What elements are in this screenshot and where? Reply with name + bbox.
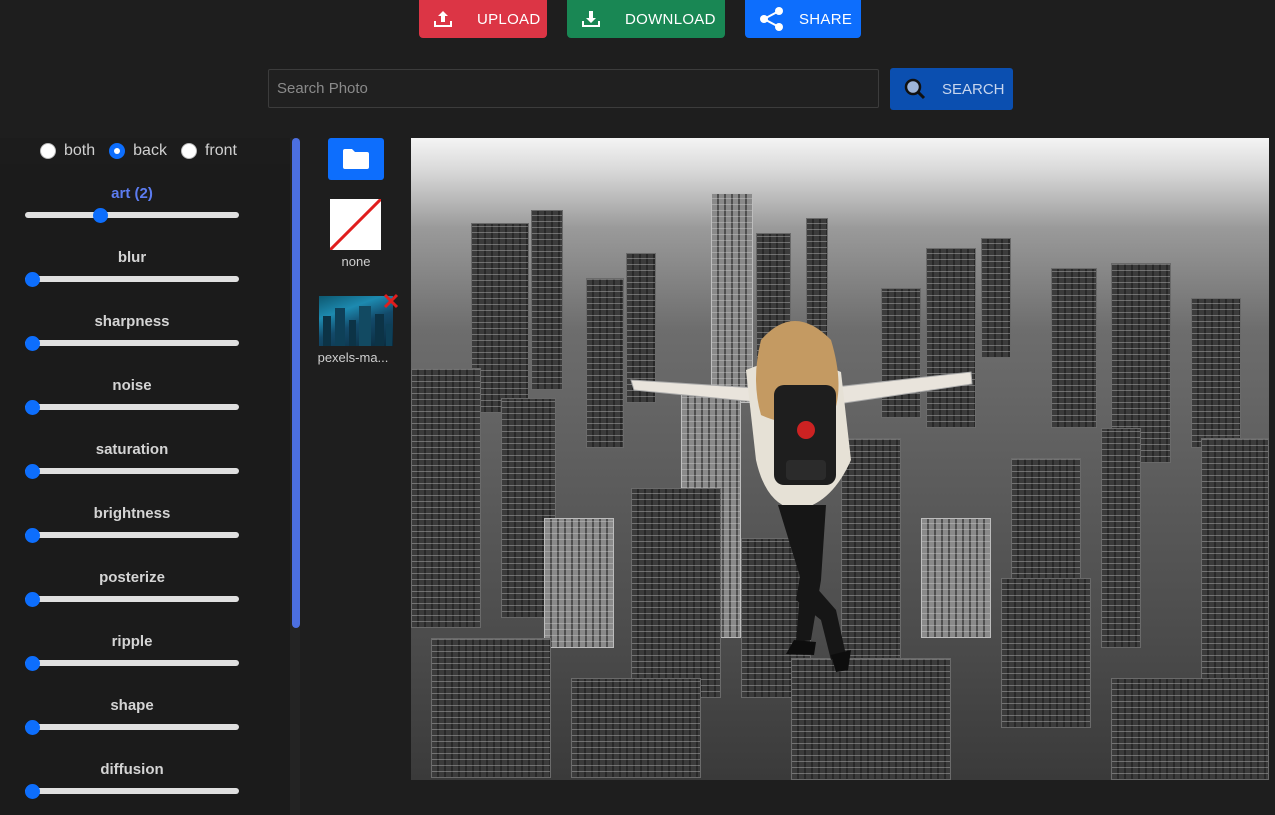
slider-thumb-shape[interactable] [25, 720, 40, 735]
slider-track-noise[interactable] [25, 404, 239, 410]
slider-ripple: ripple [0, 617, 264, 681]
slider-brightness: brightness [0, 489, 264, 553]
share-label: SHARE [799, 10, 853, 28]
thumbnail-none[interactable] [330, 199, 381, 250]
slider-saturation: saturation [0, 425, 264, 489]
thumbnail-none-label: none [341, 254, 371, 269]
upload-icon [434, 11, 452, 27]
download-icon [582, 11, 600, 27]
none-slash-icon [330, 199, 381, 250]
slider-track-shape[interactable] [25, 724, 239, 730]
slider-thumb-ripple[interactable] [25, 656, 40, 671]
slider-thumb-saturation[interactable] [25, 464, 40, 479]
slider-track-diffusion[interactable] [25, 788, 239, 794]
slider-label-saturation: saturation [95, 441, 169, 458]
slider-label-blur: blur [117, 249, 147, 266]
slider-track-blur[interactable] [25, 276, 239, 282]
slider-posterize: posterize [0, 553, 264, 617]
upload-button[interactable]: UPLOAD [419, 0, 547, 38]
slider-thumb-diffusion[interactable] [25, 784, 40, 799]
slider-noise: noise [0, 361, 264, 425]
slider-blur: blur [0, 233, 264, 297]
search-button-label: SEARCH [942, 80, 1005, 98]
mode-back-radio[interactable] [109, 143, 126, 159]
download-label: DOWNLOAD [625, 10, 716, 28]
effects-panel: both back front art (2) blur sharpness n… [0, 138, 290, 815]
mode-front-radio[interactable] [180, 143, 197, 159]
mode-front-label: front [204, 142, 237, 159]
slider-label-diffusion: diffusion [100, 761, 164, 778]
person-figure [630, 321, 973, 672]
slider-thumb-brightness[interactable] [25, 528, 40, 543]
mode-back-option[interactable]: back [109, 142, 167, 160]
slider-label-art: art (2) [111, 185, 153, 202]
panel-scrollbar-thumb[interactable] [292, 138, 300, 628]
slider-art: art (2) [0, 169, 264, 233]
slider-label-shape: shape [110, 697, 154, 714]
mode-both-option[interactable]: both [40, 142, 95, 160]
slider-diffusion: diffusion [0, 745, 264, 809]
share-button[interactable]: SHARE [745, 0, 861, 38]
share-icon [760, 7, 783, 31]
download-button[interactable]: DOWNLOAD [567, 0, 725, 38]
slider-track-sharpness[interactable] [25, 340, 239, 346]
slider-thumb-art[interactable] [92, 208, 108, 223]
slider-shape: shape [0, 681, 264, 745]
main-image-canvas[interactable] [411, 138, 1269, 780]
slider-label-brightness: brightness [93, 505, 171, 522]
slider-thumb-sharpness[interactable] [25, 336, 40, 351]
slider-label-sharpness: sharpness [94, 313, 170, 330]
search-input[interactable] [268, 69, 879, 108]
slider-label-noise: noise [112, 377, 152, 394]
slider-thumb-blur[interactable] [25, 272, 40, 287]
open-folder-button[interactable] [328, 138, 384, 180]
slider-track-saturation[interactable] [25, 468, 239, 474]
mode-both-label: both [64, 142, 96, 159]
search-button[interactable]: SEARCH [890, 68, 1013, 110]
slider-track-art[interactable] [25, 212, 239, 218]
layer-mode-group: both back front [0, 138, 290, 164]
remove-thumbnail-icon[interactable] [381, 291, 401, 311]
slider-label-posterize: posterize [99, 569, 165, 586]
effect-sliders: art (2) blur sharpness noise saturation … [0, 169, 290, 809]
mode-both-radio[interactable] [40, 143, 56, 159]
thumbnail-photo-label: pexels-ma... [317, 350, 389, 365]
upload-label: UPLOAD [477, 10, 541, 28]
mode-front-option[interactable]: front [180, 142, 237, 160]
slider-sharpness: sharpness [0, 297, 264, 361]
slider-thumb-posterize[interactable] [25, 592, 40, 607]
slider-label-ripple: ripple [111, 633, 153, 650]
slider-track-posterize[interactable] [25, 596, 239, 602]
slider-thumb-noise[interactable] [25, 400, 40, 415]
slider-track-brightness[interactable] [25, 532, 239, 538]
mode-back-label: back [133, 142, 167, 159]
search-icon [904, 78, 926, 100]
folder-icon [343, 149, 369, 169]
slider-track-ripple[interactable] [25, 660, 239, 666]
